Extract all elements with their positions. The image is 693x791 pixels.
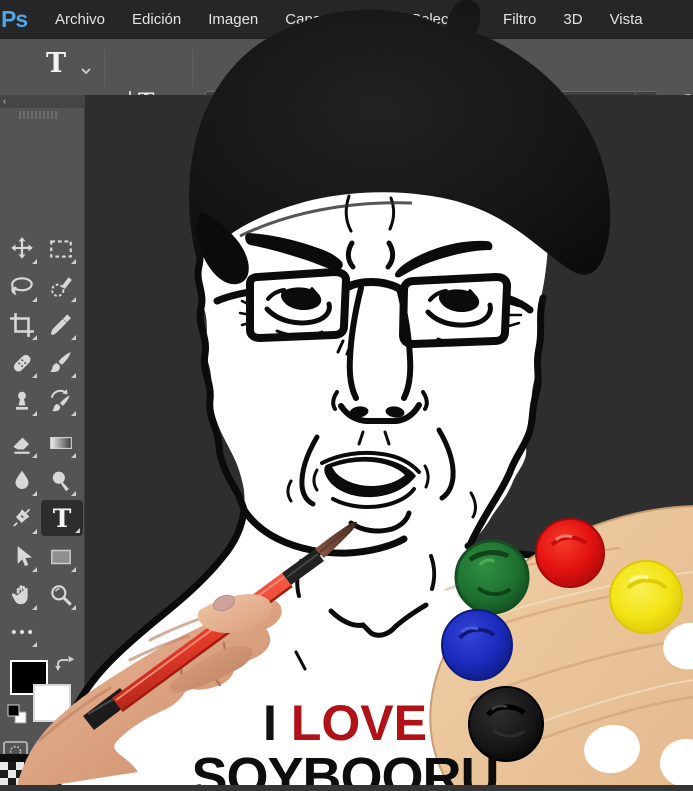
- arrow-cursor-icon: [9, 544, 35, 570]
- collapse-panel-icon[interactable]: ‹: [0, 95, 85, 108]
- font-size-icon: TT: [516, 86, 545, 95]
- quick-selection-tool[interactable]: [44, 270, 78, 304]
- type-tool-preset-icon[interactable]: T: [46, 48, 66, 79]
- pen-nib-icon: [9, 506, 35, 532]
- type-tool-letter: T: [53, 504, 72, 533]
- move-icon: [9, 236, 35, 262]
- eraser-tool[interactable]: [5, 426, 39, 460]
- blur-tool[interactable]: [5, 464, 39, 498]
- stamp-icon: [9, 388, 35, 414]
- background-color-swatch[interactable]: [33, 684, 71, 722]
- chevron-down-icon[interactable]: [635, 92, 657, 95]
- history-brush-tool[interactable]: [44, 384, 78, 418]
- magnifier-icon: [48, 582, 74, 608]
- brush-icon: [48, 350, 74, 376]
- tool-options-bar: T T Myriad P TT 12 pt aa: [0, 38, 693, 95]
- crop-icon: [9, 312, 35, 338]
- photoshop-logo: Ps: [1, 6, 39, 33]
- eraser-icon: [9, 430, 35, 456]
- menu-bar: Ps Archivo Edición Imagen Capa Texto Sel…: [0, 0, 693, 38]
- caption-word-i: I: [263, 695, 277, 751]
- photoshop-window: Ps Archivo Edición Imagen Capa Texto Sel…: [0, 0, 693, 791]
- marquee-icon: [48, 236, 74, 262]
- meme-caption-line1: I LOVE: [130, 694, 560, 752]
- hand-icon: [9, 582, 35, 608]
- text-orientation-icon[interactable]: T: [124, 87, 170, 95]
- menu-item-imagen[interactable]: Imagen: [208, 11, 258, 28]
- separator: [104, 49, 105, 86]
- move-tool[interactable]: [5, 232, 39, 266]
- hand-tool[interactable]: [5, 578, 39, 612]
- more-tools[interactable]: [5, 615, 39, 649]
- anti-alias-icon[interactable]: aa: [682, 87, 693, 95]
- clone-stamp-tool[interactable]: [5, 384, 39, 418]
- dodge-icon: [48, 468, 74, 494]
- zoom-tool[interactable]: [44, 578, 78, 612]
- tools-panel: ‹: [0, 95, 85, 758]
- rectangular-marquee-tool[interactable]: [44, 232, 78, 266]
- svg-text:T: T: [138, 89, 155, 95]
- canvas-workspace[interactable]: [85, 95, 693, 791]
- dodge-tool[interactable]: [44, 464, 78, 498]
- gradient-tool[interactable]: [44, 426, 78, 460]
- window-bottom-edge: [0, 785, 693, 791]
- menu-item-archivo[interactable]: Archivo: [55, 11, 105, 28]
- path-selection-tool[interactable]: [5, 540, 39, 574]
- brush-tool[interactable]: [44, 346, 78, 380]
- ellipsis-icon: [9, 619, 35, 645]
- type-tool[interactable]: T: [41, 500, 83, 536]
- menu-item-capa[interactable]: Capa: [285, 11, 321, 28]
- lasso-icon: [9, 274, 35, 300]
- pen-tool[interactable]: [5, 502, 39, 536]
- menu-item-vista[interactable]: Vista: [610, 11, 643, 28]
- menu-item-3d[interactable]: 3D: [563, 11, 582, 28]
- panel-grip[interactable]: [19, 111, 57, 119]
- bandage-icon: [9, 350, 35, 376]
- default-colors-icon[interactable]: [7, 704, 29, 726]
- font-family-input[interactable]: Myriad P: [205, 91, 497, 95]
- crop-tool[interactable]: [5, 308, 39, 342]
- flyout-triangle: [75, 528, 80, 533]
- menu-item-filtro[interactable]: Filtro: [503, 11, 536, 28]
- lasso-tool[interactable]: [5, 270, 39, 304]
- chevron-down-icon[interactable]: [80, 67, 92, 75]
- spot-healing-tool[interactable]: [5, 346, 39, 380]
- caption-word-love: LOVE: [291, 695, 427, 751]
- quick-selection-icon: [48, 274, 74, 300]
- menu-item-edicion[interactable]: Edición: [132, 11, 181, 28]
- menu-item-seleccion[interactable]: Selección: [411, 11, 476, 28]
- font-size-select[interactable]: 12 pt: [557, 91, 658, 95]
- separator: [192, 49, 193, 86]
- eyedropper-icon: [48, 312, 74, 338]
- water-drop-icon: [9, 468, 35, 494]
- rectangle-shape-tool[interactable]: [44, 540, 78, 574]
- history-brush-icon: [48, 388, 74, 414]
- rectangle-icon: [48, 544, 74, 570]
- menu-item-texto[interactable]: Texto: [348, 11, 384, 28]
- swap-colors-icon[interactable]: [54, 656, 78, 678]
- eyedropper-tool[interactable]: [44, 308, 78, 342]
- gradient-icon: [48, 430, 74, 456]
